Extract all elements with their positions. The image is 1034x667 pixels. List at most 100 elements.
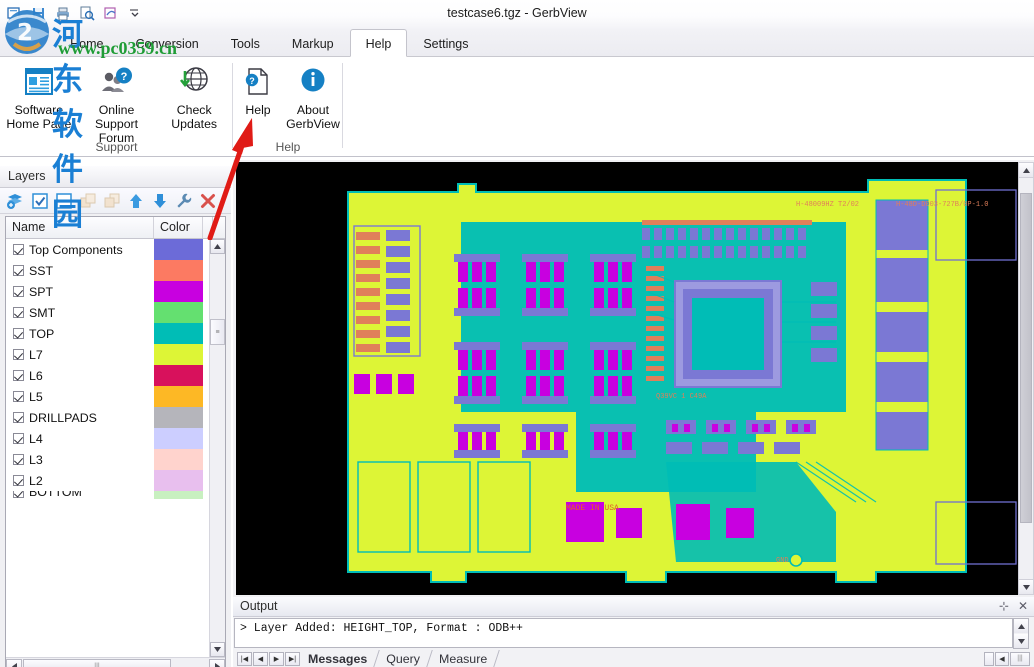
layer-properties-icon[interactable] (173, 190, 194, 211)
pcb-viewer[interactable]: H-48009HZ T2/02 H-48D-D003-727B/0P-1.0 M… (233, 160, 1034, 597)
pcb-canvas[interactable]: H-48009HZ T2/02 H-48D-D003-727B/0P-1.0 M… (236, 162, 1018, 595)
pin-icon[interactable]: ⊹ (999, 599, 1009, 613)
layers-vertical-scrollbar[interactable]: ≡ (209, 239, 225, 657)
column-header-name[interactable]: Name (6, 217, 154, 238)
table-row[interactable]: L4 (6, 428, 225, 449)
layer-color-swatch[interactable] (154, 239, 203, 260)
table-row[interactable]: L7 (6, 344, 225, 365)
layers-horizontal-scrollbar[interactable]: ||| (6, 657, 225, 667)
table-row[interactable]: L2 (6, 470, 225, 491)
layer-checkbox[interactable] (13, 370, 24, 381)
output-scroll-down-icon[interactable] (1014, 634, 1028, 648)
layer-checkbox[interactable] (13, 265, 24, 276)
table-row[interactable]: SPT (6, 281, 225, 302)
table-row[interactable]: Top Components (6, 239, 225, 260)
online-support-forum-button[interactable]: ? Online Support Forum (78, 61, 156, 145)
tab-help[interactable]: Help (350, 29, 408, 57)
tab-home[interactable]: Home (54, 29, 119, 57)
layer-checkbox[interactable] (13, 433, 24, 444)
layer-color-swatch[interactable] (154, 323, 203, 344)
layer-checkbox[interactable] (13, 454, 24, 465)
check-updates-label-1: Check (177, 103, 212, 117)
table-row[interactable]: L6 (6, 365, 225, 386)
layer-color-swatch[interactable] (154, 470, 203, 491)
tab-tools[interactable]: Tools (215, 29, 276, 57)
help-button[interactable]: ? Help (233, 61, 283, 117)
layer-checkbox[interactable] (13, 391, 24, 402)
table-row[interactable]: SST (6, 260, 225, 281)
nav-first-icon[interactable]: |◀ (237, 652, 252, 666)
scroll-right-icon[interactable] (209, 659, 225, 667)
output-hscroll[interactable]: ◀ ||| (984, 652, 1030, 666)
uncheck-all-icon[interactable] (53, 190, 74, 211)
table-row[interactable]: BOTTOM (6, 491, 225, 499)
viewer-scroll-thumb[interactable] (1020, 193, 1032, 523)
layers-rows[interactable]: Top Components SST SPT SMT (6, 239, 225, 652)
layer-checkbox[interactable] (13, 475, 24, 486)
column-header-color[interactable]: Color (154, 217, 203, 238)
layer-checkbox[interactable] (13, 286, 24, 297)
tab-conversion[interactable]: Conversion (120, 29, 215, 57)
hscroll-prev-icon[interactable]: ◀ (995, 652, 1009, 666)
tab-file[interactable]: File (6, 29, 54, 57)
scroll-thumb[interactable]: ≡ (210, 319, 225, 345)
layer-color-swatch[interactable] (154, 449, 203, 470)
table-row[interactable]: L3 (6, 449, 225, 470)
delete-layer-icon[interactable] (197, 190, 218, 211)
record-nav-buttons[interactable]: |◀ ◀ ▶ ▶| (237, 652, 300, 666)
add-layer-icon[interactable] (5, 190, 26, 211)
viewer-vertical-scrollbar[interactable] (1018, 162, 1034, 595)
output-panel: Output ⊹ ✕ > Layer Added: HEIGHT_TOP, Fo… (233, 597, 1034, 667)
layer-checkbox[interactable] (13, 328, 24, 339)
table-row[interactable]: L5 (6, 386, 225, 407)
move-up-icon[interactable] (125, 190, 146, 211)
check-all-icon[interactable] (29, 190, 50, 211)
scroll-left-icon[interactable] (6, 659, 22, 667)
check-updates-button[interactable]: Check Updates (155, 61, 233, 131)
hscroll-left-icon[interactable] (984, 652, 994, 666)
nav-next-icon[interactable]: ▶ (269, 652, 284, 666)
tab-messages[interactable]: Messages (300, 652, 378, 666)
layer-color-swatch[interactable] (154, 281, 203, 302)
tab-query[interactable]: Query (378, 652, 431, 666)
layer-color-swatch[interactable] (154, 428, 203, 449)
layer-checkbox[interactable] (13, 244, 24, 255)
viewer-scroll-down-icon[interactable] (1019, 579, 1033, 594)
column-header-extra[interactable] (203, 217, 213, 238)
layer-checkbox[interactable] (13, 349, 24, 360)
table-row[interactable]: DRILLPADS (6, 407, 225, 428)
scroll-up-icon[interactable] (210, 239, 225, 254)
move-down-icon[interactable] (149, 190, 170, 211)
scroll-track[interactable]: ≡ (210, 255, 225, 641)
table-row[interactable]: SMT (6, 302, 225, 323)
software-home-page-button[interactable]: Software Home Page (0, 61, 78, 131)
scroll-down-icon[interactable] (210, 642, 225, 657)
tab-settings[interactable]: Settings (407, 29, 484, 57)
layer-color-swatch[interactable] (154, 491, 203, 499)
table-row[interactable]: TOP (6, 323, 225, 344)
layer-color-swatch[interactable] (154, 386, 203, 407)
layer-checkbox[interactable] (13, 491, 24, 498)
output-scroll-up-icon[interactable] (1014, 619, 1028, 633)
h-scroll-thumb[interactable]: ||| (23, 659, 171, 667)
close-icon[interactable]: ✕ (1018, 599, 1028, 613)
layer-color-swatch[interactable] (154, 407, 203, 428)
layer-color-swatch[interactable] (154, 302, 203, 323)
layers-grid[interactable]: Name Color Top Components SST SPT (5, 216, 226, 667)
layer-checkbox[interactable] (13, 307, 24, 318)
layer-color-swatch[interactable] (154, 365, 203, 386)
tab-markup[interactable]: Markup (276, 29, 350, 57)
online-support-forum-label-1: Online (99, 103, 135, 117)
hscroll-thumb[interactable]: ||| (1010, 652, 1030, 666)
output-vertical-scrollbar[interactable] (1013, 618, 1029, 649)
about-gerbview-button[interactable]: About GerbView (283, 61, 343, 131)
viewer-scroll-up-icon[interactable] (1019, 163, 1033, 178)
layers-toolbar[interactable] (0, 188, 231, 214)
layer-color-swatch[interactable] (154, 260, 203, 281)
layer-color-swatch[interactable] (154, 344, 203, 365)
layer-checkbox[interactable] (13, 412, 24, 423)
tab-measure[interactable]: Measure (431, 652, 498, 666)
nav-last-icon[interactable]: ▶| (285, 652, 300, 666)
output-log[interactable]: > Layer Added: HEIGHT_TOP, Format : ODB+… (234, 618, 1013, 648)
nav-prev-icon[interactable]: ◀ (253, 652, 268, 666)
